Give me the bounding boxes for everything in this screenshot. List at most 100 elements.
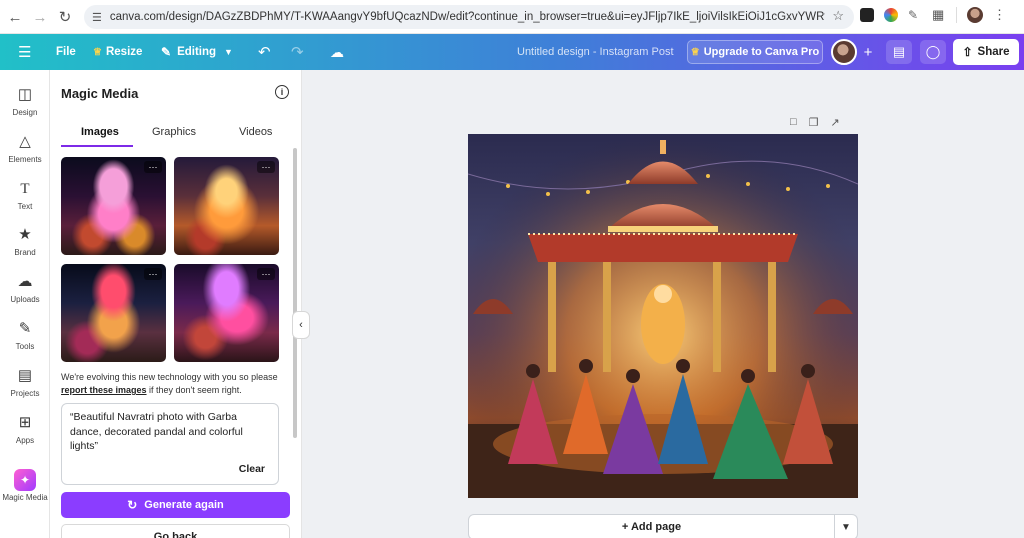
rail-label: Apps <box>15 436 35 445</box>
prompt-textarea[interactable]: “Beautiful Navratri photo with Garba dan… <box>61 403 279 485</box>
undo-icon[interactable]: ↶ <box>258 34 271 70</box>
resize-label: Resize <box>105 46 143 58</box>
prompt-text[interactable]: “Beautiful Navratri photo with Garba dan… <box>70 411 243 452</box>
analytics-bar-icon[interactable]: ▤ <box>886 40 912 64</box>
cloud-upload-icon: ☁ <box>17 273 33 290</box>
navratri-artwork <box>468 134 858 498</box>
page-tools: □ ❐ ↗ <box>790 116 840 129</box>
panel-title: Magic Media <box>61 86 139 101</box>
rail-item-design[interactable]: ◫ Design <box>0 86 50 117</box>
more-options-icon[interactable]: ⋯ <box>257 268 275 280</box>
forward-arrow-icon[interactable]: → <box>27 4 53 30</box>
back-arrow-icon[interactable]: ← <box>2 4 28 30</box>
pencil-icon: ✎ <box>161 45 172 59</box>
rail-item-brand[interactable]: ★ Brand <box>0 226 50 257</box>
shapes-icon: △ <box>19 133 31 150</box>
feedback-notice: We're evolving this new technology with … <box>61 371 286 397</box>
upgrade-button[interactable]: ♕ Upgrade to Canva Pro <box>687 40 823 64</box>
resize-button[interactable]: ♕ Resize <box>93 34 142 70</box>
add-collaborator-icon[interactable]: + <box>855 40 881 64</box>
info-icon[interactable]: i <box>275 85 289 99</box>
magic-media-panel: Magic Media i Images Graphics Videos ⋯ ⋯… <box>50 70 302 538</box>
generated-image-4[interactable]: ⋯ <box>174 264 279 362</box>
apps-grid-icon: ⊞ <box>18 414 32 431</box>
report-images-link[interactable]: report these images <box>61 385 147 395</box>
user-avatar[interactable] <box>831 39 857 65</box>
design-canvas-image[interactable] <box>468 134 858 498</box>
upgrade-label: Upgrade to Canva Pro <box>703 46 820 58</box>
redo-icon[interactable]: ↷ <box>291 34 304 70</box>
site-info-icon[interactable]: ☰ <box>92 11 102 24</box>
tab-videos[interactable]: Videos <box>239 126 272 138</box>
rail-item-magic-media[interactable]: ✦ Magic Media <box>0 469 50 502</box>
add-page-button[interactable]: + Add page <box>468 514 835 538</box>
more-options-icon[interactable]: ⋯ <box>144 268 162 280</box>
rail-item-apps[interactable]: ⊞ Apps <box>0 414 50 445</box>
extension-icon[interactable] <box>860 8 874 22</box>
refresh-icon: ↻ <box>127 498 138 512</box>
share-label: Share <box>977 46 1010 58</box>
notice-text-end: if they don't seem right. <box>146 385 242 395</box>
generated-image-2[interactable]: ⋯ <box>174 157 279 255</box>
tab-images[interactable]: Images <box>81 126 119 138</box>
browser-toolbar: ← → ↻ ☰ canva.com/design/DAGzZBDPhMY/T-K… <box>0 0 1024 34</box>
bookmark-star-icon[interactable]: ☆ <box>832 8 844 24</box>
rail-label: Projects <box>10 389 40 398</box>
chevron-down-icon: ▼ <box>224 47 233 57</box>
extensions-area: ✎ ▦ ⋮ <box>860 7 1007 23</box>
rail-label: Elements <box>8 155 42 164</box>
divider <box>956 7 957 23</box>
extension-icon[interactable] <box>884 8 898 22</box>
rail-label: Design <box>12 108 38 117</box>
rail-item-text[interactable]: T Text <box>0 180 50 211</box>
editing-label: Editing <box>177 46 217 58</box>
menu-hamburger-icon[interactable]: ☰ <box>18 34 31 70</box>
address-bar[interactable]: ☰ canva.com/design/DAGzZBDPhMY/T-KWAAang… <box>84 5 854 29</box>
brand-icon: ★ <box>18 226 32 243</box>
share-button[interactable]: ⇧ Share <box>953 39 1019 65</box>
editing-mode-button[interactable]: ✎ Editing ▼ <box>161 34 233 70</box>
layout-icon: ◫ <box>17 86 33 103</box>
puzzle-extensions-icon[interactable]: ▦ <box>932 8 946 22</box>
rail-item-uploads[interactable]: ☁ Uploads <box>0 273 50 304</box>
lock-icon[interactable]: □ <box>790 116 797 129</box>
more-options-icon[interactable]: ⋯ <box>144 161 162 173</box>
comment-icon[interactable]: ◯ <box>920 40 946 64</box>
file-menu-button[interactable]: File <box>56 34 76 70</box>
rail-label: Brand <box>14 248 36 257</box>
folder-icon: ▤ <box>17 367 33 384</box>
rail-item-projects[interactable]: ▤ Projects <box>0 367 50 398</box>
kebab-menu-icon[interactable]: ⋮ <box>993 8 1007 22</box>
crown-icon: ♕ <box>93 46 102 58</box>
collapse-panel-chevron-icon[interactable]: ‹ <box>292 311 310 339</box>
generate-again-button[interactable]: ↻ Generate again <box>61 492 290 518</box>
rail-item-elements[interactable]: △ Elements <box>0 133 50 164</box>
clear-button[interactable]: Clear <box>239 462 265 477</box>
generated-image-3[interactable]: ⋯ <box>61 264 166 362</box>
url-text[interactable]: canva.com/design/DAGzZBDPhMY/T-KWAAangvY… <box>110 11 825 23</box>
tab-graphics[interactable]: Graphics <box>152 126 196 138</box>
duplicate-page-icon[interactable]: ❐ <box>809 116 819 129</box>
notice-text: We're evolving this new technology with … <box>61 372 278 382</box>
panel-scrollbar[interactable] <box>293 148 297 438</box>
profile-avatar-icon[interactable] <box>967 7 983 23</box>
magic-media-icon: ✦ <box>14 469 36 491</box>
chevron-down-icon[interactable]: ▼ <box>835 514 858 538</box>
pen-extension-icon[interactable]: ✎ <box>908 8 922 22</box>
reload-icon[interactable]: ↻ <box>52 4 78 30</box>
editor-header: ☰ File ♕ Resize ✎ Editing ▼ ↶ ↷ ☁ Untitl… <box>0 34 1024 70</box>
generate-label: Generate again <box>144 499 224 511</box>
more-options-icon[interactable]: ⋯ <box>257 161 275 173</box>
generated-image-1[interactable]: ⋯ <box>61 157 166 255</box>
design-title[interactable]: Untitled design - Instagram Post <box>517 34 674 70</box>
rail-label: Magic Media <box>2 493 48 502</box>
crown-icon: ♕ <box>690 46 700 58</box>
cloud-save-icon[interactable]: ☁ <box>330 34 344 70</box>
go-back-button[interactable]: Go back <box>61 524 290 538</box>
rail-label: Uploads <box>10 295 40 304</box>
rail-item-tools[interactable]: ✎ Tools <box>0 320 50 351</box>
text-icon: T <box>20 181 30 197</box>
rail-label: Text <box>17 202 33 211</box>
add-page-icon[interactable]: ↗ <box>831 116 840 129</box>
left-navigation-rail: ◫ Design △ Elements T Text ★ Brand ☁ Upl… <box>0 70 50 538</box>
